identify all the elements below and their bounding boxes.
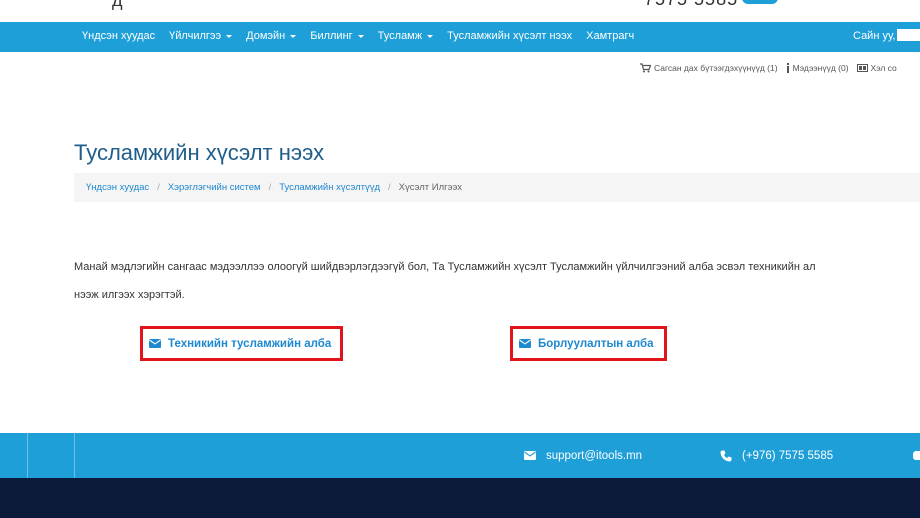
sales-department-link[interactable]: Борлуулалтын алба xyxy=(510,326,667,361)
footer-bottom xyxy=(0,478,920,518)
footer-email[interactable]: support@itools.mn xyxy=(524,433,642,478)
nav-item-label: Үйлчилгээ xyxy=(169,30,222,42)
caret-down-icon xyxy=(357,34,364,38)
footer-divider xyxy=(27,433,28,478)
language-label: Хэл со xyxy=(870,63,897,73)
caret-down-icon xyxy=(290,34,297,38)
header-phone-fragment: 7575 5585 xyxy=(644,0,738,10)
footer-edge-icon xyxy=(913,451,920,460)
nav-item-affiliates[interactable]: Хамтрагч xyxy=(586,22,634,52)
breadcrumb: Үндсэн хуудас / Хэрэглэгчийн систем / Ту… xyxy=(74,173,920,202)
breadcrumb-current: Хүсэлт Илгээх xyxy=(398,182,462,193)
breadcrumb-home[interactable]: Үндсэн хуудас xyxy=(86,182,149,193)
caret-down-icon xyxy=(226,34,233,38)
nav-item-services[interactable]: Үйлчилгээ xyxy=(169,22,233,52)
intro-text: Манай мэдлэгийн сангаас мэдээллээ олоогү… xyxy=(74,253,920,309)
envelope-icon xyxy=(524,451,536,460)
header-button-fragment[interactable] xyxy=(742,0,778,4)
info-icon xyxy=(786,63,789,73)
breadcrumb-separator: / xyxy=(157,182,160,193)
breadcrumb-separator: / xyxy=(388,182,391,193)
language-link[interactable]: Хэл со xyxy=(856,63,897,73)
envelope-icon xyxy=(519,339,531,348)
logo-fragment: д xyxy=(112,0,123,10)
nav-item-label: Хамтрагч xyxy=(586,30,635,42)
phone-icon xyxy=(720,450,732,461)
caret-down-icon xyxy=(427,34,434,38)
envelope-icon xyxy=(149,339,161,348)
notifications-link[interactable]: Мэдээнүүд (0) xyxy=(786,63,849,73)
breadcrumb-separator: / xyxy=(268,182,272,193)
footer-phone-label: (+976) 7575 5585 xyxy=(742,449,834,462)
language-icon xyxy=(856,64,868,72)
cart-label: Сагсан дах бүтээгдэхүүнүүд (1) xyxy=(654,63,778,73)
notifications-label: Мэдээнүүд (0) xyxy=(792,63,849,73)
user-greeting[interactable]: Сайн уу, xyxy=(853,22,895,52)
nav-item-open-ticket[interactable]: Тусламжийн хүсэлт нээх xyxy=(447,22,572,52)
footer-contact-bar: support@itools.mn (+976) 7575 5585 xyxy=(0,433,920,478)
cart-link[interactable]: Сагсан дах бүтээгдэхүүнүүд (1) xyxy=(640,63,778,73)
footer-email-label: support@itools.mn xyxy=(546,449,643,462)
page-title: Тусламжийн хүсэлт нээх xyxy=(74,140,325,165)
sales-department-label: Борлуулалтын алба xyxy=(538,337,654,350)
nav-item-label: Тусламж xyxy=(377,30,423,42)
nav-item-support[interactable]: Тусламж xyxy=(377,22,434,52)
top-header: д 7575 5585 xyxy=(0,0,920,22)
footer-divider xyxy=(74,433,75,478)
tech-support-department-label: Техникийн тусламжийн алба xyxy=(168,337,332,350)
nav-item-label: Тусламжийн хүсэлт нээх xyxy=(447,30,573,42)
nav-item-home[interactable]: Үндсэн хуудас xyxy=(82,22,155,52)
user-name-box[interactable] xyxy=(897,29,920,41)
utility-bar: Сагсан дах бүтээгдэхүүнүүд (1) Мэдээнүүд… xyxy=(640,61,905,75)
nav-item-label: Биллинг xyxy=(310,30,353,42)
intro-line-1: Манай мэдлэгийн сангаас мэдээллээ олоогү… xyxy=(74,261,816,273)
cart-icon xyxy=(640,63,651,73)
main-navbar: Үндсэн хуудас Үйлчилгээ Домэйн Биллинг Т… xyxy=(0,22,920,52)
nav-item-billing[interactable]: Биллинг xyxy=(310,22,364,52)
nav-menu: Үндсэн хуудас Үйлчилгээ Домэйн Биллинг Т… xyxy=(82,22,648,52)
nav-item-label: Үндсэн хуудас xyxy=(82,30,156,42)
intro-line-2: нээж илгээх хэрэгтэй. xyxy=(74,289,185,301)
nav-item-label: Домэйн xyxy=(246,30,286,42)
breadcrumb-client-area[interactable]: Хэрэглэгчийн систем xyxy=(168,182,261,193)
nav-item-domain[interactable]: Домэйн xyxy=(246,22,297,52)
footer-phone[interactable]: (+976) 7575 5585 xyxy=(720,433,833,478)
breadcrumb-tickets[interactable]: Тусламжийн хүсэлтүүд xyxy=(279,182,380,193)
tech-support-department-link[interactable]: Техникийн тусламжийн алба xyxy=(140,326,343,361)
